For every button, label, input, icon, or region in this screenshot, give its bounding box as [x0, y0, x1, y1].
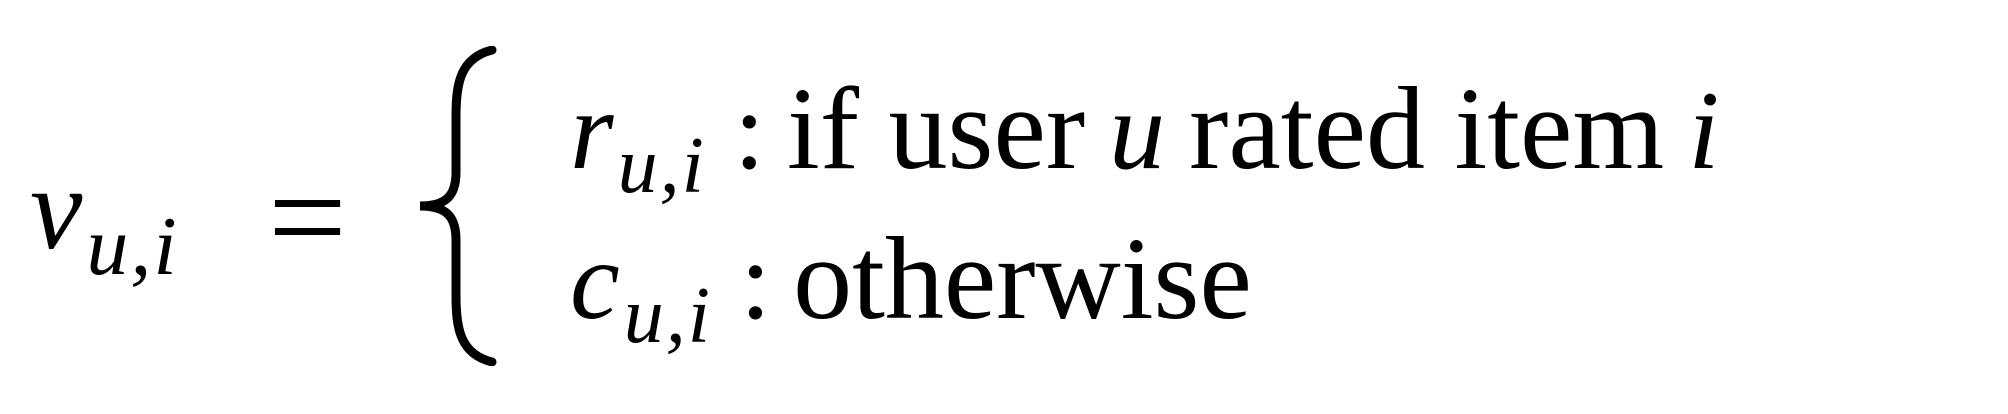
case-2-subscript: u,i: [623, 272, 712, 360]
case-1-variable: r: [570, 69, 614, 193]
case-2-colon: :: [739, 219, 772, 343]
case-1-colon: :: [733, 69, 765, 193]
case-row-1: ru,i : if user u rated item i: [570, 69, 1720, 207]
case-row-2: cu,i : otherwise: [570, 219, 1252, 357]
case-2-text: otherwise: [793, 213, 1252, 344]
case-1-text-before: if user: [786, 63, 1086, 194]
case-1-inline-var-i: i: [1688, 69, 1720, 193]
case-2-variable: c: [570, 219, 620, 343]
equation-lhs: vu,i: [30, 150, 179, 289]
left-brace: [419, 46, 497, 366]
case-1-text-middle: rated item: [1189, 63, 1665, 194]
case-1-inline-var-u: u: [1109, 69, 1166, 193]
lhs-subscript: u,i: [86, 200, 179, 293]
lhs-variable: v: [30, 143, 83, 274]
equals-sign: =: [268, 140, 347, 295]
case-1-subscript: u,i: [617, 122, 706, 210]
equation: vu,i = ru,i : if user u rated item i cu,i :…: [0, 0, 2008, 414]
